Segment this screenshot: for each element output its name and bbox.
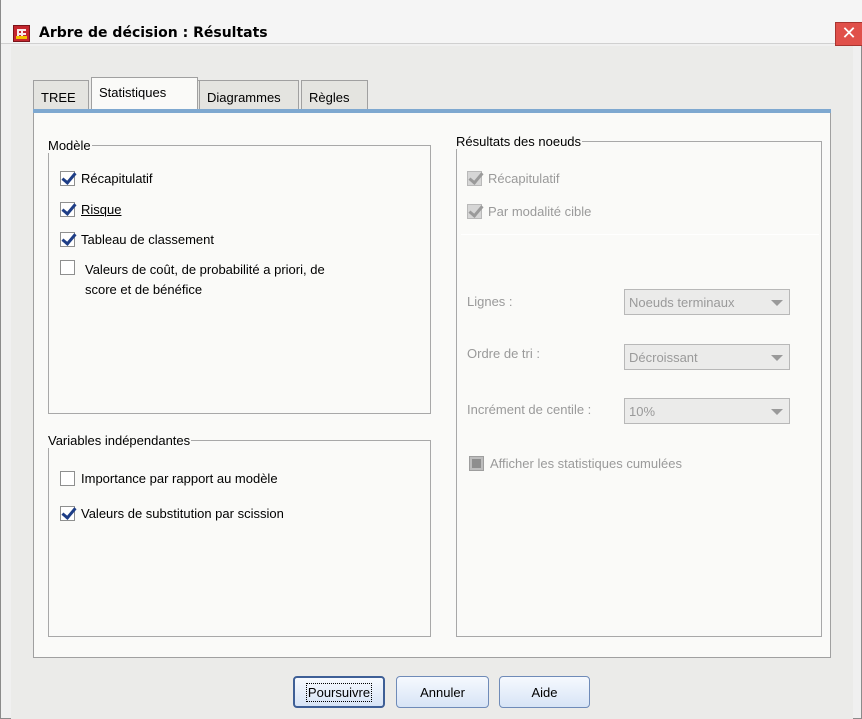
checkbox-recapitulatif[interactable]: Récapitulatif xyxy=(60,171,153,186)
tab-tree-label: TREE xyxy=(41,90,76,105)
lignes-label: Lignes : xyxy=(467,294,513,309)
checkbox-box[interactable] xyxy=(467,171,482,186)
checkbox-substitution-label: Valeurs de substitution par scission xyxy=(81,506,284,521)
tab-regles[interactable]: Règles xyxy=(301,80,368,110)
lignes-value: Noeuds terminaux xyxy=(629,295,735,310)
checkbox-recapitulatif-label: Récapitulatif xyxy=(81,171,153,186)
tab-statistiques-label: Statistiques xyxy=(99,85,167,100)
tab-statistiques[interactable]: Statistiques xyxy=(91,77,198,110)
poursuivre-label: Poursuivre xyxy=(305,682,373,702)
checkbox-noeuds-recapitulatif-label: Récapitulatif xyxy=(488,171,560,186)
checkbox-cumulees[interactable]: Afficher les statistiques cumulées xyxy=(469,456,682,471)
chevron-down-icon xyxy=(771,300,783,306)
checkbox-par-modalite[interactable]: Par modalité cible xyxy=(467,204,591,219)
checkbox-valeurs-cout[interactable]: Valeurs de coût, de probabilité a priori… xyxy=(60,260,325,300)
checkbox-box[interactable] xyxy=(60,471,75,486)
noeuds-legend: Résultats des noeuds xyxy=(456,134,582,149)
increment-value: 10% xyxy=(629,404,656,419)
checkbox-box[interactable] xyxy=(60,232,75,247)
variables-legend: Variables indépendantes xyxy=(48,433,191,448)
lignes-select[interactable]: Noeuds terminaux xyxy=(624,289,790,315)
annuler-button[interactable]: Annuler xyxy=(396,676,489,708)
separator xyxy=(461,234,819,235)
checkbox-valeurs-cout-text: Valeurs de coût, de probabilité a priori… xyxy=(85,260,325,300)
checkbox-box[interactable] xyxy=(60,202,75,217)
checkbox-box[interactable] xyxy=(467,204,482,219)
checkbox-tableau-classement-label: Tableau de classement xyxy=(81,232,214,247)
checkbox-box[interactable] xyxy=(60,171,75,186)
checkbox-valeurs-cout-label-line1: Valeurs de coût, de probabilité a priori… xyxy=(85,262,325,277)
close-button[interactable]: ✕ xyxy=(835,22,862,46)
tab-diagrammes-label: Diagrammes xyxy=(207,90,281,105)
aide-button[interactable]: Aide xyxy=(499,676,590,708)
checkbox-box[interactable] xyxy=(60,506,75,521)
ordre-value: Décroissant xyxy=(629,350,698,365)
tab-regles-label: Règles xyxy=(309,90,350,105)
tab-tree[interactable]: TREE xyxy=(33,80,89,110)
checkbox-valeurs-cout-label-line2: score et de bénéfice xyxy=(85,282,203,297)
checkbox-substitution[interactable]: Valeurs de substitution par scission xyxy=(60,506,284,521)
checkbox-cumulees-label: Afficher les statistiques cumulées xyxy=(490,456,682,471)
increment-select[interactable]: 10% xyxy=(624,398,790,424)
window-title: Arbre de décision : Résultats xyxy=(39,25,268,41)
increment-label: Incrément de centile : xyxy=(467,402,592,417)
checkbox-importance-label: Importance par rapport au modèle xyxy=(81,471,278,486)
checkbox-par-modalite-label: Par modalité cible xyxy=(488,204,592,219)
ordre-label: Ordre de tri : xyxy=(467,346,540,361)
checkbox-risque-label: Risque xyxy=(81,202,122,217)
checkbox-noeuds-recapitulatif[interactable]: Récapitulatif xyxy=(467,171,560,186)
chevron-down-icon xyxy=(771,409,783,415)
modele-legend: Modèle xyxy=(48,138,91,153)
checkbox-box[interactable] xyxy=(60,260,75,275)
tab-diagrammes[interactable]: Diagrammes xyxy=(199,80,299,110)
checkbox-box[interactable] xyxy=(469,456,484,471)
checkbox-importance[interactable]: Importance par rapport au modèle xyxy=(60,471,278,486)
aide-label: Aide xyxy=(531,684,558,700)
checkbox-tableau-classement[interactable]: Tableau de classement xyxy=(60,232,214,247)
ordre-select[interactable]: Décroissant xyxy=(624,344,790,370)
chevron-down-icon xyxy=(771,355,783,361)
app-icon xyxy=(13,25,30,42)
title-bar: Arbre de décision : Résultats ✕ xyxy=(1,0,862,46)
poursuivre-button[interactable]: Poursuivre xyxy=(293,676,385,708)
annuler-label: Annuler xyxy=(420,684,465,700)
checkbox-risque[interactable]: Risque xyxy=(60,202,121,217)
dialog-window: Arbre de décision : Résultats ✕ TREE Sta… xyxy=(0,0,862,719)
variables-group: Variables indépendantes xyxy=(48,433,431,637)
